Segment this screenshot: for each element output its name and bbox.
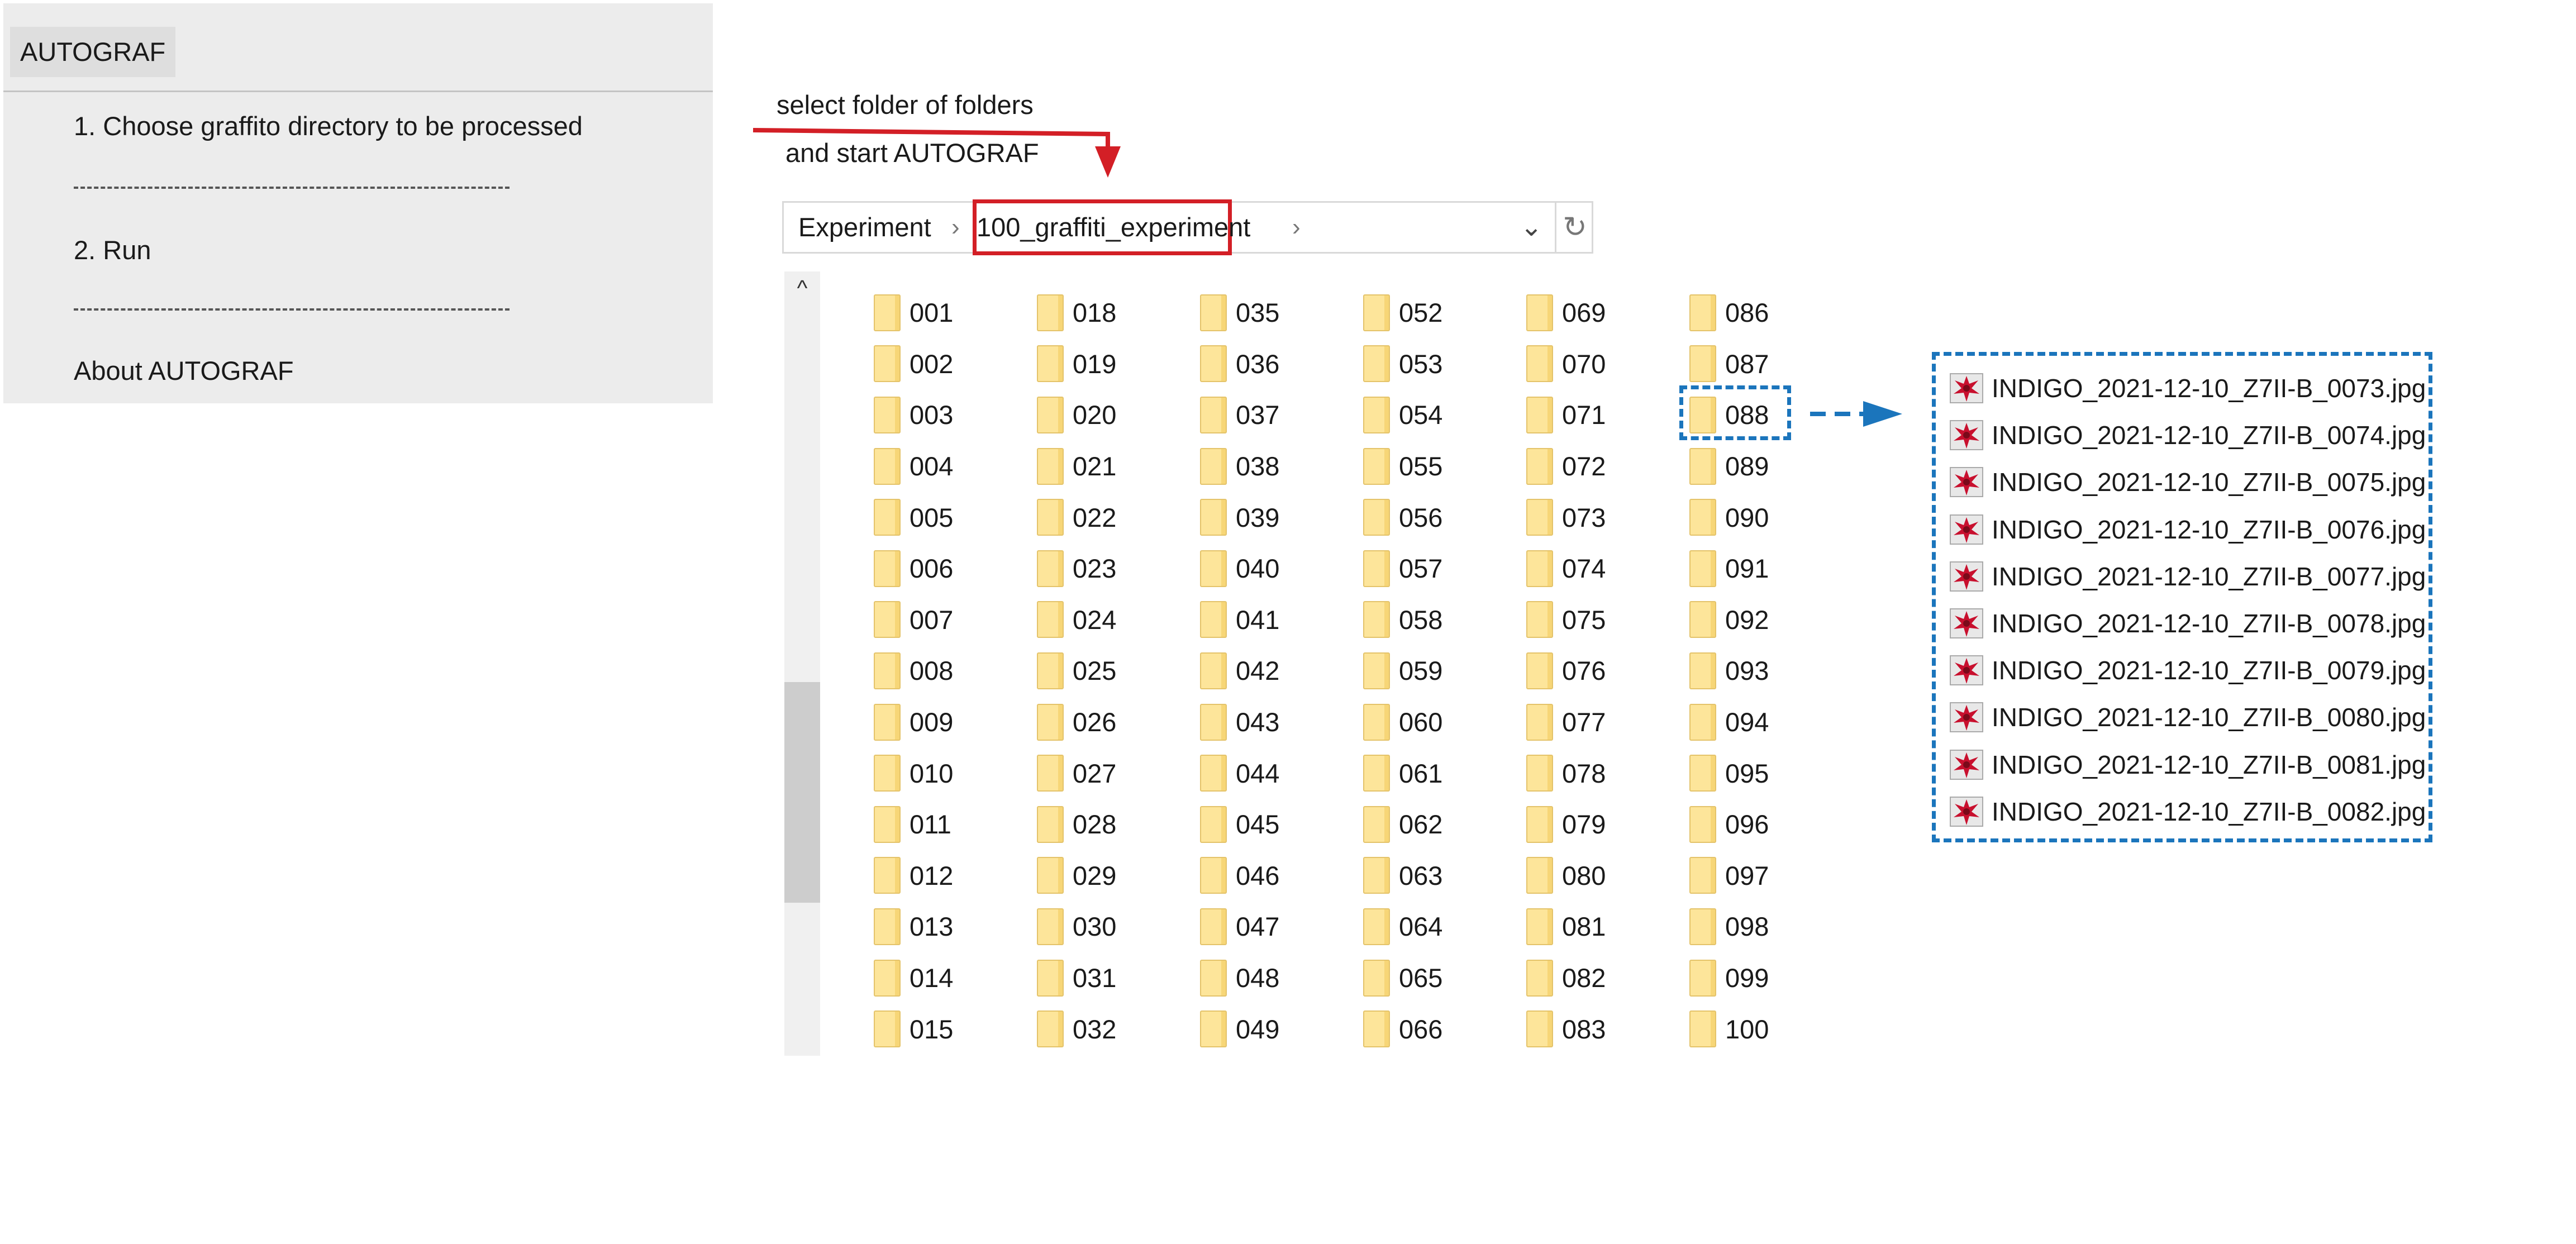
file-item[interactable]: INDIGO_2021-12-10_Z7II-B_0082.jpg — [1948, 788, 2429, 835]
folder-088-file-list: INDIGO_2021-12-10_Z7II-B_0073.jpg INDIGO_… — [1932, 352, 2432, 842]
file-item[interactable]: INDIGO_2021-12-10_Z7II-B_0080.jpg — [1948, 694, 2429, 741]
file-item[interactable]: INDIGO_2021-12-10_Z7II-B_0075.jpg — [1948, 459, 2429, 506]
file-item[interactable]: INDIGO_2021-12-10_Z7II-B_0077.jpg — [1948, 553, 2429, 600]
file-name-label: INDIGO_2021-12-10_Z7II-B_0073.jpg — [1992, 374, 2426, 403]
file-name-label: INDIGO_2021-12-10_Z7II-B_0078.jpg — [1992, 609, 2426, 638]
file-name-label: INDIGO_2021-12-10_Z7II-B_0076.jpg — [1992, 514, 2426, 544]
file-name-label: INDIGO_2021-12-10_Z7II-B_0075.jpg — [1992, 468, 2426, 497]
file-item[interactable]: INDIGO_2021-12-10_Z7II-B_0078.jpg — [1948, 600, 2429, 647]
file-item[interactable]: INDIGO_2021-12-10_Z7II-B_0076.jpg — [1948, 506, 2429, 553]
image-file-icon — [1950, 796, 1983, 827]
image-file-icon — [1950, 467, 1983, 498]
image-file-icon — [1950, 373, 1983, 404]
file-name-label: INDIGO_2021-12-10_Z7II-B_0077.jpg — [1992, 561, 2426, 591]
image-file-icon — [1950, 561, 1983, 592]
image-file-icon — [1950, 514, 1983, 545]
image-file-icon — [1950, 608, 1983, 639]
file-name-label: INDIGO_2021-12-10_Z7II-B_0081.jpg — [1992, 750, 2426, 779]
file-name-label: INDIGO_2021-12-10_Z7II-B_0082.jpg — [1992, 797, 2426, 826]
file-name-label: INDIGO_2021-12-10_Z7II-B_0074.jpg — [1992, 421, 2426, 450]
image-file-icon — [1950, 702, 1983, 733]
image-file-icon — [1950, 749, 1983, 780]
file-name-label: INDIGO_2021-12-10_Z7II-B_0079.jpg — [1992, 656, 2426, 685]
file-item[interactable]: INDIGO_2021-12-10_Z7II-B_0073.jpg — [1948, 365, 2429, 412]
file-name-label: INDIGO_2021-12-10_Z7II-B_0080.jpg — [1992, 703, 2426, 732]
image-file-icon — [1950, 420, 1983, 451]
file-item[interactable]: INDIGO_2021-12-10_Z7II-B_0074.jpg — [1948, 412, 2429, 459]
file-item[interactable]: INDIGO_2021-12-10_Z7II-B_0081.jpg — [1948, 741, 2429, 788]
file-item[interactable]: INDIGO_2021-12-10_Z7II-B_0079.jpg — [1948, 647, 2429, 694]
image-file-icon — [1950, 655, 1983, 686]
